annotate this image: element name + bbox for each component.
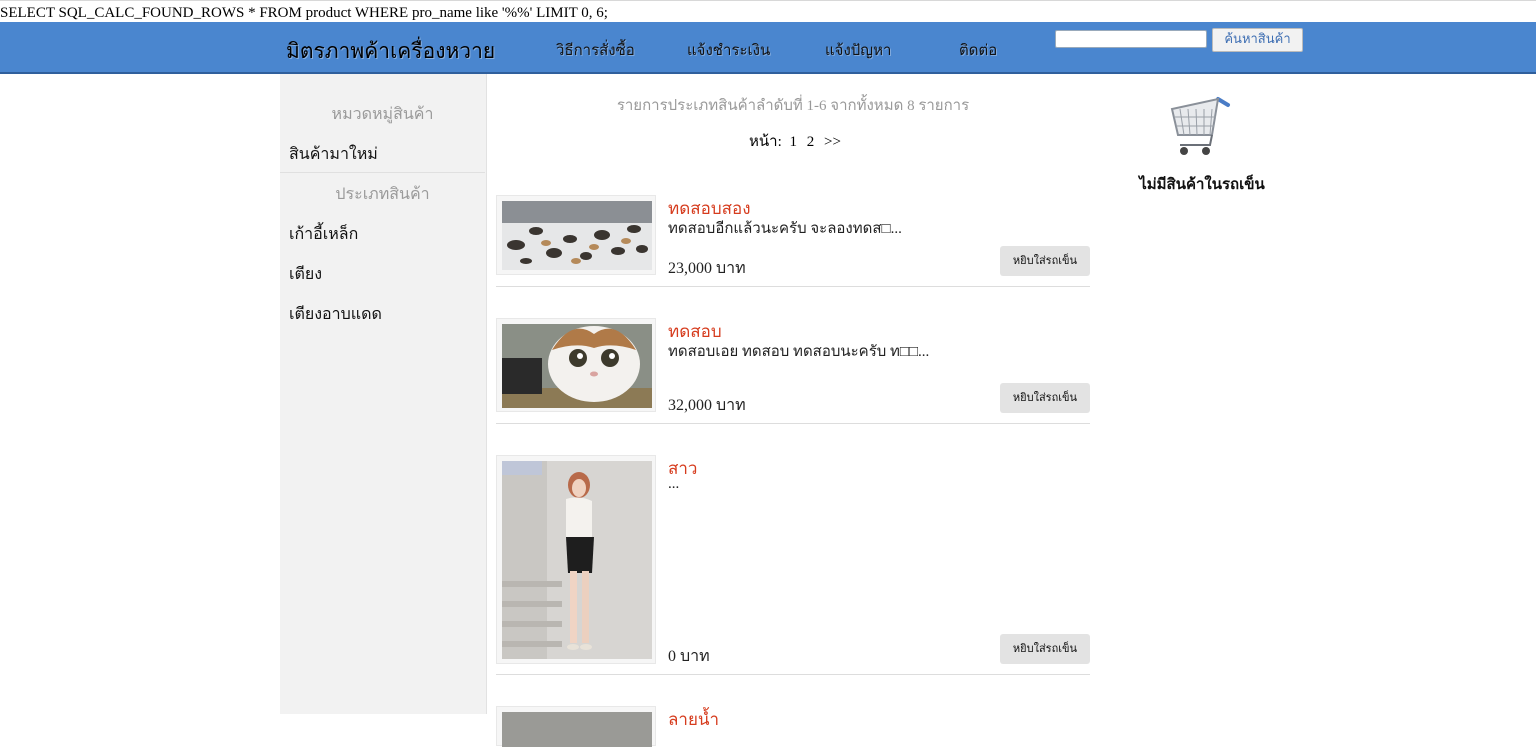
page-link-2[interactable]: 2	[807, 134, 815, 150]
photo	[502, 712, 652, 747]
add-to-cart-button[interactable]: หยิบใส่รถเข็น	[1000, 634, 1090, 664]
product-price: 23,000 บาท	[668, 260, 746, 277]
product-item: ลายน้ำ	[496, 706, 1090, 747]
cat-closeup-photo	[502, 324, 652, 408]
pagination: หน้า: 1 2 >>	[749, 129, 847, 153]
top-border	[0, 0, 1536, 1]
product-description: ทดสอบอีกแล้วนะครับ จะลองทดส□...	[668, 221, 902, 237]
search-button[interactable]: ค้นหาสินค้า	[1212, 28, 1303, 52]
product-item: สาว ... 0 บาท หยิบใส่รถเข็น	[496, 455, 1090, 675]
category-heading: หมวดหมู่สินค้า	[331, 106, 434, 123]
product-thumbnail[interactable]	[496, 318, 656, 412]
woman-standing-photo	[502, 461, 652, 659]
product-thumbnail[interactable]	[496, 455, 656, 664]
add-to-cart-button[interactable]: หยิบใส่รถเข็น	[1000, 383, 1090, 413]
category-sidebar: หมวดหมู่สินค้า สินค้ามาใหม่ ประเภทสินค้า…	[280, 74, 487, 714]
nav-report-problem[interactable]: แจ้งปัญหา	[825, 38, 891, 62]
product-description: ...	[668, 476, 680, 492]
top-navbar: มิตรภาพค้าเครื่องหวาย วิธีการสั่งซื้อ แจ…	[0, 22, 1536, 74]
page-link-1[interactable]: 1	[789, 134, 797, 150]
product-price: 32,000 บาท	[668, 397, 746, 414]
product-item: ทดสอบสอง ทดสอบอีกแล้วนะครับ จะลองทดส□...…	[496, 195, 1090, 287]
cats-group-photo	[502, 201, 652, 270]
product-price: 0 บาท	[668, 648, 710, 665]
add-to-cart-button[interactable]: หยิบใส่รถเข็น	[1000, 246, 1090, 276]
product-description: ทดสอบเอย ทดสอบ ทดสอบนะครับ ท□□...	[668, 344, 930, 360]
product-thumbnail[interactable]	[496, 706, 656, 747]
nav-payment-notice[interactable]: แจ้งชำระเงิน	[687, 38, 770, 62]
shopping-cart-icon[interactable]	[1168, 95, 1234, 161]
pager-label: หน้า:	[749, 134, 782, 150]
sidebar-item-new-products[interactable]: สินค้ามาใหม่	[289, 142, 378, 167]
site-brand[interactable]: มิตรภาพค้าเครื่องหวาย	[286, 35, 495, 68]
search-input[interactable]	[1055, 30, 1207, 48]
sidebar-item-sunbeds[interactable]: เตียงอาบแดด	[289, 302, 382, 327]
listing-summary: รายการประเภทสินค้าลำดับที่ 1-6 จากทั้งหม…	[616, 98, 970, 114]
sidebar-item-beds[interactable]: เตียง	[289, 262, 322, 287]
product-name[interactable]: ลายน้ำ	[668, 706, 719, 733]
next-page-link[interactable]: >>	[824, 134, 841, 150]
type-heading: ประเภทสินค้า	[335, 186, 430, 203]
cart-empty-message: ไม่มีสินค้าในรถเข็น	[1139, 176, 1265, 193]
product-item: ทดสอบ ทดสอบเอย ทดสอบ ทดสอบนะครับ ท□□... …	[496, 318, 1090, 424]
sidebar-divider	[280, 172, 485, 173]
debug-sql-text: SELECT SQL_CALC_FOUND_ROWS * FROM produc…	[0, 5, 608, 21]
nav-how-to-order[interactable]: วิธีการสั่งซื้อ	[556, 38, 635, 62]
product-thumbnail[interactable]	[496, 195, 656, 275]
nav-contact[interactable]: ติดต่อ	[959, 38, 997, 62]
sidebar-item-steel-chairs[interactable]: เก้าอี้เหล็ก	[289, 222, 358, 247]
